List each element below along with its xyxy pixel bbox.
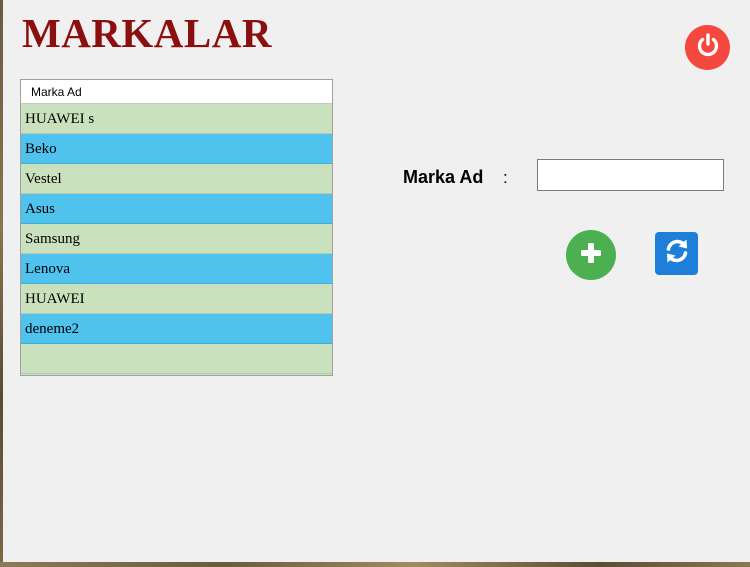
grid-body: HUAWEI s Beko Vestel Asus Samsung Lenova HUAWE… bbox=[21, 104, 332, 374]
grid-row[interactable]: Vestel bbox=[21, 164, 332, 194]
plus-icon bbox=[578, 240, 604, 271]
add-button[interactable] bbox=[566, 230, 616, 280]
grid-row[interactable]: HUAWEI s bbox=[21, 104, 332, 134]
background-edge-left bbox=[0, 0, 3, 567]
page-title: MARKALAR bbox=[22, 10, 272, 56]
grid-row[interactable]: Asus bbox=[21, 194, 332, 224]
grid-row[interactable]: HUAWEI bbox=[21, 284, 332, 314]
grid-column-header[interactable]: Marka Ad bbox=[21, 80, 332, 104]
refresh-button[interactable] bbox=[655, 232, 698, 275]
grid-row[interactable]: deneme2 bbox=[21, 314, 332, 344]
grid-row[interactable]: Beko bbox=[21, 134, 332, 164]
background-edge-bottom bbox=[0, 562, 750, 567]
power-icon bbox=[694, 31, 722, 64]
refresh-icon bbox=[662, 236, 692, 271]
grid-row[interactable]: Lenova bbox=[21, 254, 332, 284]
grid-row[interactable]: Samsung bbox=[21, 224, 332, 254]
brand-grid[interactable]: Marka Ad HUAWEI s Beko Vestel Asus Samsung Le… bbox=[20, 79, 333, 376]
brand-name-input[interactable] bbox=[537, 159, 724, 191]
grid-row[interactable] bbox=[21, 344, 332, 374]
exit-button[interactable] bbox=[685, 25, 730, 70]
brand-name-label-colon: : bbox=[503, 168, 508, 187]
brand-name-label: Marka Ad bbox=[403, 167, 484, 187]
